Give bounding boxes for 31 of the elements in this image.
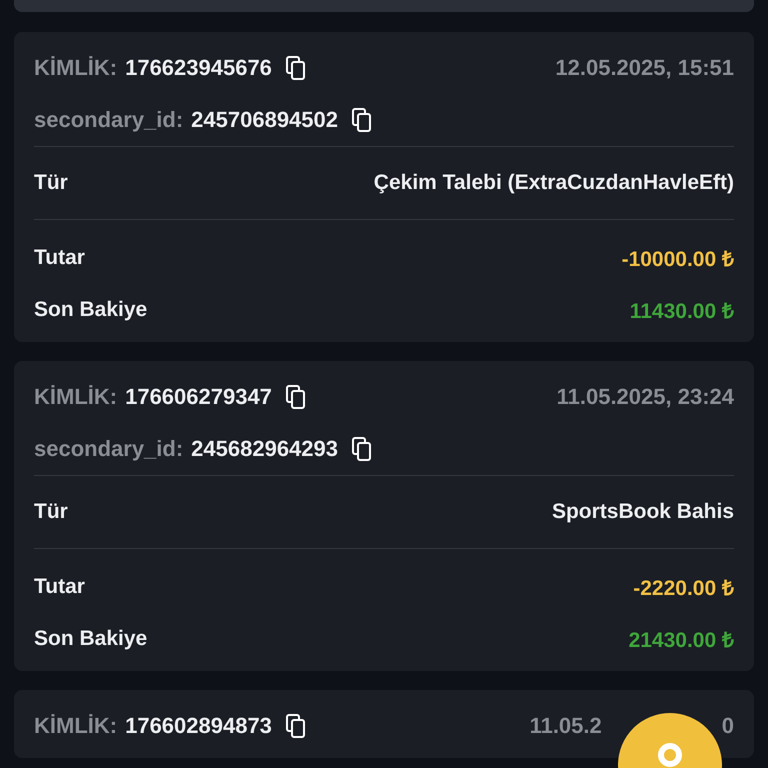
amount-value: -10000.00 ₺ [622,247,734,272]
date-text: 12.05.2025, 15:51 [555,55,734,81]
id-value: 176606279347 [125,384,272,410]
copy-icon[interactable] [286,714,306,738]
type-value: SportsBook Bahis [552,500,734,524]
date-text: 11.05.2 [530,713,602,739]
type-label: Tür [34,171,68,195]
copy-icon[interactable] [286,385,306,409]
copy-icon[interactable] [352,108,372,132]
copy-icon[interactable] [286,56,306,80]
secondary-id-value: 245682964293 [191,436,338,462]
type-value: Çekim Talebi (ExtraCuzdanHavleEft) [374,171,734,195]
amount-label: Tutar [34,575,85,599]
type-label: Tür [34,500,68,524]
amount-label: Tutar [34,246,85,270]
id-label: KİMLİK: [34,55,118,81]
balance-value: 21430.00 ₺ [628,628,734,653]
balance-label: Son Bakiye [34,298,148,322]
id-label: KİMLİK: [34,384,118,410]
copy-icon[interactable] [352,437,372,461]
id-value: 176602894873 [125,713,272,739]
date-text: 11.05.2025, 23:24 [556,384,734,410]
amount-value: -2220.00 ₺ [633,576,734,601]
balance-label: Son Bakiye [34,627,148,651]
date-text: 0 [722,713,734,739]
secondary-id-label: secondary_id: [34,436,184,462]
id-label: KİMLİK: [34,713,118,739]
id-value: 176623945676 [125,55,272,81]
balance-value: 11430.00 ₺ [630,299,734,324]
secondary-id-value: 245706894502 [191,107,338,133]
secondary-id-label: secondary_id: [34,107,184,133]
